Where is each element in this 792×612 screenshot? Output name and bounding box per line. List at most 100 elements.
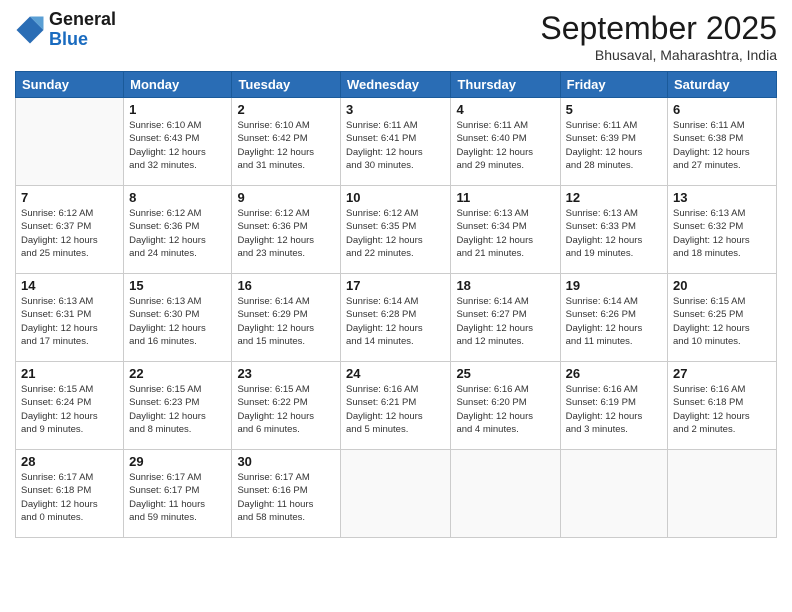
calendar-cell	[341, 450, 451, 538]
logo-general: General	[49, 10, 116, 30]
day-info: Sunrise: 6:14 AM Sunset: 6:29 PM Dayligh…	[237, 295, 335, 348]
calendar-table: SundayMondayTuesdayWednesdayThursdayFrid…	[15, 71, 777, 538]
page: General Blue September 2025 Bhusaval, Ma…	[0, 0, 792, 612]
day-number: 20	[673, 278, 771, 293]
calendar-week-4: 21 Sunrise: 6:15 AM Sunset: 6:24 PM Dayli…	[16, 362, 777, 450]
calendar-header-sunday: Sunday	[16, 72, 124, 98]
day-info: Sunrise: 6:17 AM Sunset: 6:18 PM Dayligh…	[21, 471, 118, 524]
day-info: Sunrise: 6:16 AM Sunset: 6:21 PM Dayligh…	[346, 383, 445, 436]
day-number: 9	[237, 190, 335, 205]
day-number: 10	[346, 190, 445, 205]
calendar-cell: 18 Sunrise: 6:14 AM Sunset: 6:27 PM Dayli…	[451, 274, 560, 362]
logo-icon	[15, 15, 45, 45]
calendar-cell: 12Sunrise: 6:13 AM Sunset: 6:33 PM Dayli…	[560, 186, 667, 274]
day-number: 23	[237, 366, 335, 381]
calendar-cell: 8Sunrise: 6:12 AM Sunset: 6:36 PM Daylig…	[124, 186, 232, 274]
calendar-cell: 30 Sunrise: 6:17 AM Sunset: 6:16 PM Dayli…	[232, 450, 341, 538]
day-info: Sunrise: 6:17 AM Sunset: 6:16 PM Dayligh…	[237, 471, 335, 524]
day-number: 4	[456, 102, 554, 117]
calendar-header-saturday: Saturday	[668, 72, 777, 98]
day-number: 14	[21, 278, 118, 293]
calendar-cell	[560, 450, 667, 538]
logo-blue: Blue	[49, 30, 116, 50]
day-number: 27	[673, 366, 771, 381]
calendar-week-2: 7 Sunrise: 6:12 AM Sunset: 6:37 PM Daylig…	[16, 186, 777, 274]
day-number: 16	[237, 278, 335, 293]
calendar-cell: 7 Sunrise: 6:12 AM Sunset: 6:37 PM Daylig…	[16, 186, 124, 274]
day-number: 28	[21, 454, 118, 469]
day-info: Sunrise: 6:14 AM Sunset: 6:28 PM Dayligh…	[346, 295, 445, 348]
calendar-cell: 4 Sunrise: 6:11 AM Sunset: 6:40 PM Daylig…	[451, 98, 560, 186]
calendar-cell	[668, 450, 777, 538]
day-number: 24	[346, 366, 445, 381]
day-number: 2	[237, 102, 335, 117]
day-info: Sunrise: 6:15 AM Sunset: 6:25 PM Dayligh…	[673, 295, 771, 348]
calendar-cell: 2Sunrise: 6:10 AM Sunset: 6:42 PM Daylig…	[232, 98, 341, 186]
calendar-week-3: 14Sunrise: 6:13 AM Sunset: 6:31 PM Dayli…	[16, 274, 777, 362]
day-info: Sunrise: 6:11 AM Sunset: 6:38 PM Dayligh…	[673, 119, 771, 172]
day-number: 21	[21, 366, 118, 381]
header: General Blue September 2025 Bhusaval, Ma…	[15, 10, 777, 63]
calendar-cell: 20 Sunrise: 6:15 AM Sunset: 6:25 PM Dayli…	[668, 274, 777, 362]
calendar-header-monday: Monday	[124, 72, 232, 98]
calendar-cell: 19 Sunrise: 6:14 AM Sunset: 6:26 PM Dayli…	[560, 274, 667, 362]
day-info: Sunrise: 6:11 AM Sunset: 6:41 PM Dayligh…	[346, 119, 445, 172]
calendar-header-friday: Friday	[560, 72, 667, 98]
calendar-cell: 21 Sunrise: 6:15 AM Sunset: 6:24 PM Dayli…	[16, 362, 124, 450]
calendar-cell: 15Sunrise: 6:13 AM Sunset: 6:30 PM Dayli…	[124, 274, 232, 362]
calendar-cell: 17Sunrise: 6:14 AM Sunset: 6:28 PM Dayli…	[341, 274, 451, 362]
calendar-cell: 27 Sunrise: 6:16 AM Sunset: 6:18 PM Dayli…	[668, 362, 777, 450]
day-info: Sunrise: 6:12 AM Sunset: 6:37 PM Dayligh…	[21, 207, 118, 260]
day-info: Sunrise: 6:16 AM Sunset: 6:19 PM Dayligh…	[566, 383, 662, 436]
month-title: September 2025	[540, 10, 777, 47]
day-number: 7	[21, 190, 118, 205]
day-number: 6	[673, 102, 771, 117]
day-number: 30	[237, 454, 335, 469]
day-info: Sunrise: 6:13 AM Sunset: 6:32 PM Dayligh…	[673, 207, 771, 260]
calendar-cell: 16 Sunrise: 6:14 AM Sunset: 6:29 PM Dayli…	[232, 274, 341, 362]
day-info: Sunrise: 6:10 AM Sunset: 6:43 PM Dayligh…	[129, 119, 226, 172]
title-block: September 2025 Bhusaval, Maharashtra, In…	[540, 10, 777, 63]
day-number: 19	[566, 278, 662, 293]
calendar-cell	[16, 98, 124, 186]
calendar-cell: 29 Sunrise: 6:17 AM Sunset: 6:17 PM Dayli…	[124, 450, 232, 538]
calendar-cell: 10 Sunrise: 6:12 AM Sunset: 6:35 PM Dayli…	[341, 186, 451, 274]
day-info: Sunrise: 6:11 AM Sunset: 6:40 PM Dayligh…	[456, 119, 554, 172]
calendar-header-row: SundayMondayTuesdayWednesdayThursdayFrid…	[16, 72, 777, 98]
calendar-cell: 24 Sunrise: 6:16 AM Sunset: 6:21 PM Dayli…	[341, 362, 451, 450]
location-subtitle: Bhusaval, Maharashtra, India	[540, 47, 777, 63]
day-info: Sunrise: 6:13 AM Sunset: 6:33 PM Dayligh…	[566, 207, 662, 260]
day-info: Sunrise: 6:15 AM Sunset: 6:24 PM Dayligh…	[21, 383, 118, 436]
day-info: Sunrise: 6:11 AM Sunset: 6:39 PM Dayligh…	[566, 119, 662, 172]
calendar-cell: 5Sunrise: 6:11 AM Sunset: 6:39 PM Daylig…	[560, 98, 667, 186]
day-info: Sunrise: 6:14 AM Sunset: 6:27 PM Dayligh…	[456, 295, 554, 348]
day-info: Sunrise: 6:15 AM Sunset: 6:23 PM Dayligh…	[129, 383, 226, 436]
day-number: 18	[456, 278, 554, 293]
day-info: Sunrise: 6:14 AM Sunset: 6:26 PM Dayligh…	[566, 295, 662, 348]
day-info: Sunrise: 6:15 AM Sunset: 6:22 PM Dayligh…	[237, 383, 335, 436]
day-info: Sunrise: 6:16 AM Sunset: 6:20 PM Dayligh…	[456, 383, 554, 436]
day-number: 1	[129, 102, 226, 117]
day-info: Sunrise: 6:13 AM Sunset: 6:34 PM Dayligh…	[456, 207, 554, 260]
day-info: Sunrise: 6:16 AM Sunset: 6:18 PM Dayligh…	[673, 383, 771, 436]
day-number: 29	[129, 454, 226, 469]
day-number: 22	[129, 366, 226, 381]
calendar-cell: 22 Sunrise: 6:15 AM Sunset: 6:23 PM Dayli…	[124, 362, 232, 450]
day-number: 3	[346, 102, 445, 117]
logo-text: General Blue	[49, 10, 116, 50]
day-info: Sunrise: 6:17 AM Sunset: 6:17 PM Dayligh…	[129, 471, 226, 524]
calendar-cell: 1 Sunrise: 6:10 AM Sunset: 6:43 PM Daylig…	[124, 98, 232, 186]
calendar-cell: 3 Sunrise: 6:11 AM Sunset: 6:41 PM Daylig…	[341, 98, 451, 186]
day-number: 8	[129, 190, 226, 205]
day-number: 25	[456, 366, 554, 381]
calendar-header-thursday: Thursday	[451, 72, 560, 98]
calendar-week-1: 1 Sunrise: 6:10 AM Sunset: 6:43 PM Daylig…	[16, 98, 777, 186]
calendar-cell	[451, 450, 560, 538]
calendar-cell: 9Sunrise: 6:12 AM Sunset: 6:36 PM Daylig…	[232, 186, 341, 274]
day-info: Sunrise: 6:12 AM Sunset: 6:35 PM Dayligh…	[346, 207, 445, 260]
calendar-cell: 23 Sunrise: 6:15 AM Sunset: 6:22 PM Dayli…	[232, 362, 341, 450]
calendar-cell: 25 Sunrise: 6:16 AM Sunset: 6:20 PM Dayli…	[451, 362, 560, 450]
calendar-header-wednesday: Wednesday	[341, 72, 451, 98]
calendar-cell: 28 Sunrise: 6:17 AM Sunset: 6:18 PM Dayli…	[16, 450, 124, 538]
calendar-week-5: 28 Sunrise: 6:17 AM Sunset: 6:18 PM Dayli…	[16, 450, 777, 538]
